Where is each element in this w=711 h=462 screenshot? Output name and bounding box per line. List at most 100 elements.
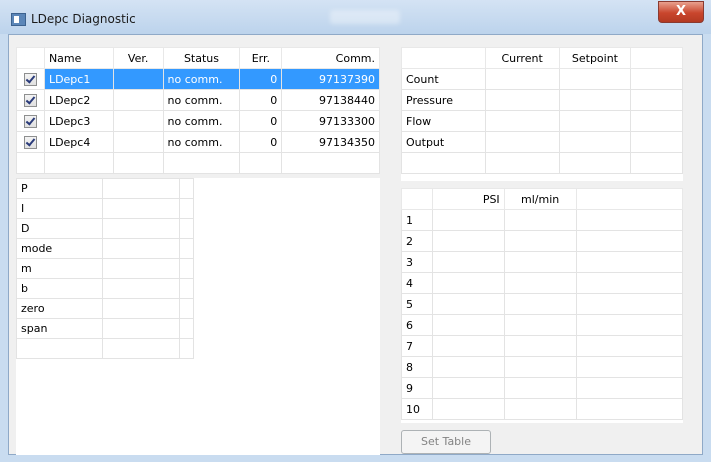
row-checkbox[interactable] [23, 135, 37, 149]
table-row[interactable]: D [16, 218, 194, 239]
row-checkbox[interactable] [23, 72, 37, 86]
param-label: D [16, 218, 103, 239]
device-err: 0 [239, 110, 283, 132]
set-table-button[interactable]: Set Table [401, 430, 491, 454]
row-number: 7 [401, 335, 433, 357]
column-header-ver[interactable]: Ver. [112, 47, 164, 69]
row-number: 1 [401, 209, 433, 231]
table-row[interactable]: Pressure [401, 89, 683, 111]
table-row[interactable]: LDepc2 no comm. 0 97138440 [16, 89, 380, 111]
row-number: 10 [401, 398, 433, 420]
state-label: Count [401, 68, 486, 90]
row-number: 5 [401, 293, 433, 315]
device-err: 0 [239, 89, 283, 111]
table-row[interactable]: LDepc1 no comm. 0 97137390 [16, 68, 380, 90]
device-ver [112, 131, 164, 153]
state-header-row: Current Setpoint [401, 47, 683, 69]
device-comm: 97138440 [281, 89, 380, 111]
row-checkbox[interactable] [23, 93, 37, 107]
close-button[interactable]: X [658, 1, 704, 23]
device-status: no comm. [162, 68, 241, 90]
table-row[interactable]: 1 [401, 209, 684, 231]
devices-table[interactable]: Name Ver. Status Err. Comm. LDepc1 no co… [16, 47, 380, 174]
device-name: LDepc2 [43, 89, 114, 111]
table-row[interactable]: LDepc3 no comm. 0 97133300 [16, 110, 380, 132]
empty-row [16, 338, 194, 359]
column-header-name[interactable]: Name [43, 47, 114, 69]
state-label: Pressure [401, 89, 486, 111]
table-row[interactable]: 3 [401, 251, 684, 273]
table-row[interactable]: LDepc4 no comm. 0 97134350 [16, 131, 380, 153]
device-comm: 97137390 [281, 68, 380, 90]
table-row[interactable]: 5 [401, 293, 684, 315]
param-label: P [16, 178, 103, 199]
device-name: LDepc1 [43, 68, 114, 90]
pressure-flow-table[interactable]: PSI ml/min 1 2 3 4 5 6 7 8 9 10 [401, 188, 684, 423]
column-header-comm[interactable]: Comm. [281, 47, 380, 69]
empty-row [401, 152, 683, 174]
state-label: Flow [401, 110, 486, 132]
state-table[interactable]: Current Setpoint Count Pressure Flow Out… [401, 47, 683, 181]
table-row[interactable]: 6 [401, 314, 684, 336]
table-row[interactable]: Flow [401, 110, 683, 132]
row-number: 9 [401, 377, 433, 399]
device-status: no comm. [162, 110, 241, 132]
column-header-err[interactable]: Err. [239, 47, 283, 69]
device-ver [112, 68, 164, 90]
device-status: no comm. [162, 131, 241, 153]
pressure-header-row: PSI ml/min [401, 188, 684, 210]
table-row[interactable]: span [16, 318, 194, 339]
app-window: LDepc Diagnostic X Name Ver. Status Err.… [0, 0, 711, 462]
table-row[interactable]: I [16, 198, 194, 219]
column-header-current[interactable]: Current [484, 47, 560, 69]
row-number: 8 [401, 356, 433, 378]
param-label: m [16, 258, 103, 279]
row-number: 3 [401, 251, 433, 273]
table-row[interactable]: m [16, 258, 194, 279]
title-bar-blur [330, 10, 400, 24]
devices-header-row: Name Ver. Status Err. Comm. [16, 47, 380, 69]
params-table[interactable]: P I D mode m b zero span [16, 178, 380, 455]
table-row[interactable]: 4 [401, 272, 684, 294]
table-row[interactable]: 7 [401, 335, 684, 357]
column-header-setpoint[interactable]: Setpoint [558, 47, 632, 69]
device-err: 0 [239, 131, 283, 153]
row-number: 4 [401, 272, 433, 294]
device-ver [112, 110, 164, 132]
table-row[interactable]: 2 [401, 230, 684, 252]
param-label: mode [16, 238, 103, 259]
table-row[interactable]: 9 [401, 377, 684, 399]
state-label: Output [401, 131, 486, 153]
table-row[interactable]: Output [401, 131, 683, 153]
checkbox-column-header [16, 47, 45, 69]
title-bar[interactable]: LDepc Diagnostic X [0, 0, 711, 34]
row-checkbox[interactable] [23, 114, 37, 128]
table-row[interactable]: 8 [401, 356, 684, 378]
column-header-psi[interactable]: PSI [431, 188, 505, 210]
device-comm: 97134350 [281, 131, 380, 153]
table-row[interactable]: Count [401, 68, 683, 90]
window-title: LDepc Diagnostic [31, 12, 136, 26]
table-row[interactable]: 10 [401, 398, 684, 420]
row-number: 2 [401, 230, 433, 252]
param-label: zero [16, 298, 103, 319]
device-comm: 97133300 [281, 110, 380, 132]
param-label: b [16, 278, 103, 299]
column-header-status[interactable]: Status [162, 47, 241, 69]
param-label: span [16, 318, 103, 339]
row-number: 6 [401, 314, 433, 336]
device-err: 0 [239, 68, 283, 90]
table-row[interactable]: b [16, 278, 194, 299]
empty-row [16, 152, 380, 174]
window-bottom-border [0, 455, 711, 462]
table-row[interactable]: P [16, 178, 194, 199]
table-row[interactable]: mode [16, 238, 194, 259]
device-name: LDepc4 [43, 131, 114, 153]
device-ver [112, 89, 164, 111]
device-status: no comm. [162, 89, 241, 111]
param-label: I [16, 198, 103, 219]
app-icon [11, 13, 26, 26]
table-row[interactable]: zero [16, 298, 194, 319]
column-header-ml-min[interactable]: ml/min [503, 188, 577, 210]
device-name: LDepc3 [43, 110, 114, 132]
